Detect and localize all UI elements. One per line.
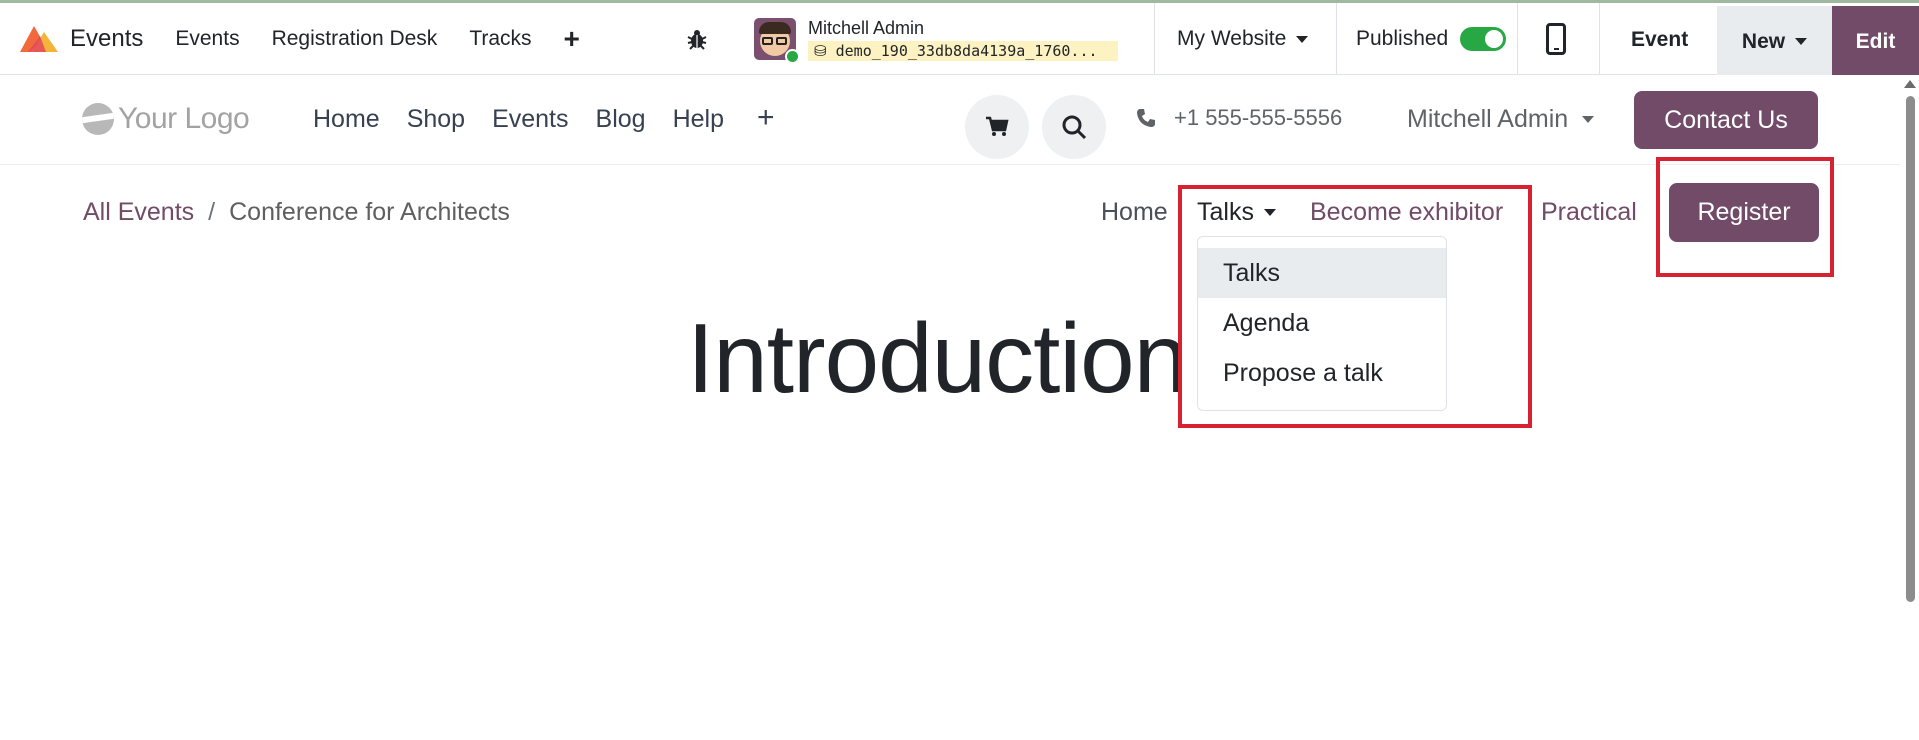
bug-icon[interactable] bbox=[685, 27, 709, 51]
scrollbar-thumb[interactable] bbox=[1906, 96, 1915, 602]
menu-events[interactable]: Events bbox=[175, 27, 239, 51]
highlight-box-register bbox=[1656, 157, 1834, 277]
nav-events[interactable]: Events bbox=[492, 105, 568, 134]
site-user-menu[interactable]: Mitchell Admin bbox=[1407, 105, 1595, 134]
admin-navbar: Events Events Registration Desk Tracks +… bbox=[0, 0, 1919, 77]
database-icon: ⛁ bbox=[814, 42, 827, 60]
logo-text: Your Logo bbox=[118, 102, 250, 135]
breadcrumb: All Events / Conference for Architects bbox=[83, 198, 510, 227]
breadcrumb-all-events[interactable]: All Events bbox=[83, 198, 194, 227]
site-user-name: Mitchell Admin bbox=[1407, 105, 1569, 133]
plus-icon[interactable]: + bbox=[564, 23, 580, 55]
phone-number: +1 555-555-5556 bbox=[1174, 105, 1343, 130]
avatar bbox=[754, 18, 800, 64]
mobile-preview-icon[interactable] bbox=[1546, 23, 1566, 55]
event-nav-home[interactable]: Home bbox=[1101, 198, 1168, 227]
scroll-up-arrow-icon[interactable] bbox=[1904, 80, 1916, 88]
events-app-icon bbox=[20, 25, 58, 52]
online-status-dot bbox=[785, 49, 800, 64]
toggle-switch[interactable] bbox=[1460, 27, 1507, 51]
site-menu: Home Shop Events Blog Help bbox=[313, 105, 751, 134]
breadcrumb-current: Conference for Architects bbox=[229, 198, 510, 226]
breadcrumb-separator: / bbox=[208, 198, 216, 226]
new-label: New bbox=[1741, 29, 1786, 53]
website-switcher[interactable]: My Website bbox=[1177, 27, 1309, 51]
chevron-down-icon bbox=[1296, 35, 1309, 43]
event-nav-practical[interactable]: Practical bbox=[1541, 198, 1637, 227]
user-menu[interactable]: Mitchell Admin ⛁ demo_190_33db8da4139a_1… bbox=[754, 17, 1118, 64]
contact-us-button[interactable]: Contact Us bbox=[1634, 91, 1818, 149]
menu-tracks[interactable]: Tracks bbox=[469, 27, 531, 51]
nav-blog[interactable]: Blog bbox=[596, 105, 646, 134]
published-label: Published bbox=[1356, 27, 1449, 50]
published-toggle[interactable]: Published bbox=[1356, 27, 1507, 51]
edit-button[interactable]: Edit bbox=[1832, 6, 1919, 77]
phone-icon bbox=[1137, 109, 1155, 127]
database-name: demo_190_33db8da4139a_1760... bbox=[835, 42, 1098, 60]
database-badge: ⛁ demo_190_33db8da4139a_1760... bbox=[808, 41, 1118, 61]
chevron-down-icon bbox=[1795, 38, 1808, 45]
nav-home[interactable]: Home bbox=[313, 105, 380, 134]
admin-menu: Events Registration Desk Tracks + bbox=[175, 23, 580, 55]
plus-icon[interactable]: + bbox=[757, 101, 775, 135]
hero-title: Introduction bbox=[687, 303, 1188, 413]
website-header: Your Logo Home Shop Events Blog Help + +… bbox=[0, 75, 1900, 165]
website-label: My Website bbox=[1177, 27, 1287, 50]
search-button[interactable] bbox=[1042, 95, 1106, 159]
cart-button[interactable] bbox=[965, 95, 1029, 159]
new-button[interactable]: New bbox=[1717, 6, 1832, 77]
nav-shop[interactable]: Shop bbox=[407, 105, 465, 134]
search-icon bbox=[1062, 115, 1087, 140]
app-name: Events bbox=[70, 24, 144, 52]
app-switcher[interactable]: Events bbox=[18, 22, 143, 56]
phone-contact[interactable]: +1 555-555-5556 bbox=[1136, 105, 1342, 131]
user-name: Mitchell Admin bbox=[808, 18, 925, 38]
chevron-down-icon bbox=[1582, 116, 1595, 123]
menu-registration-desk[interactable]: Registration Desk bbox=[272, 27, 438, 51]
logo-icon bbox=[82, 103, 114, 135]
highlight-box-talks-menu bbox=[1178, 185, 1532, 428]
event-button[interactable]: Event bbox=[1631, 28, 1688, 52]
cart-icon bbox=[986, 116, 1009, 136]
site-logo[interactable]: Your Logo bbox=[82, 102, 250, 136]
nav-help[interactable]: Help bbox=[673, 105, 724, 134]
